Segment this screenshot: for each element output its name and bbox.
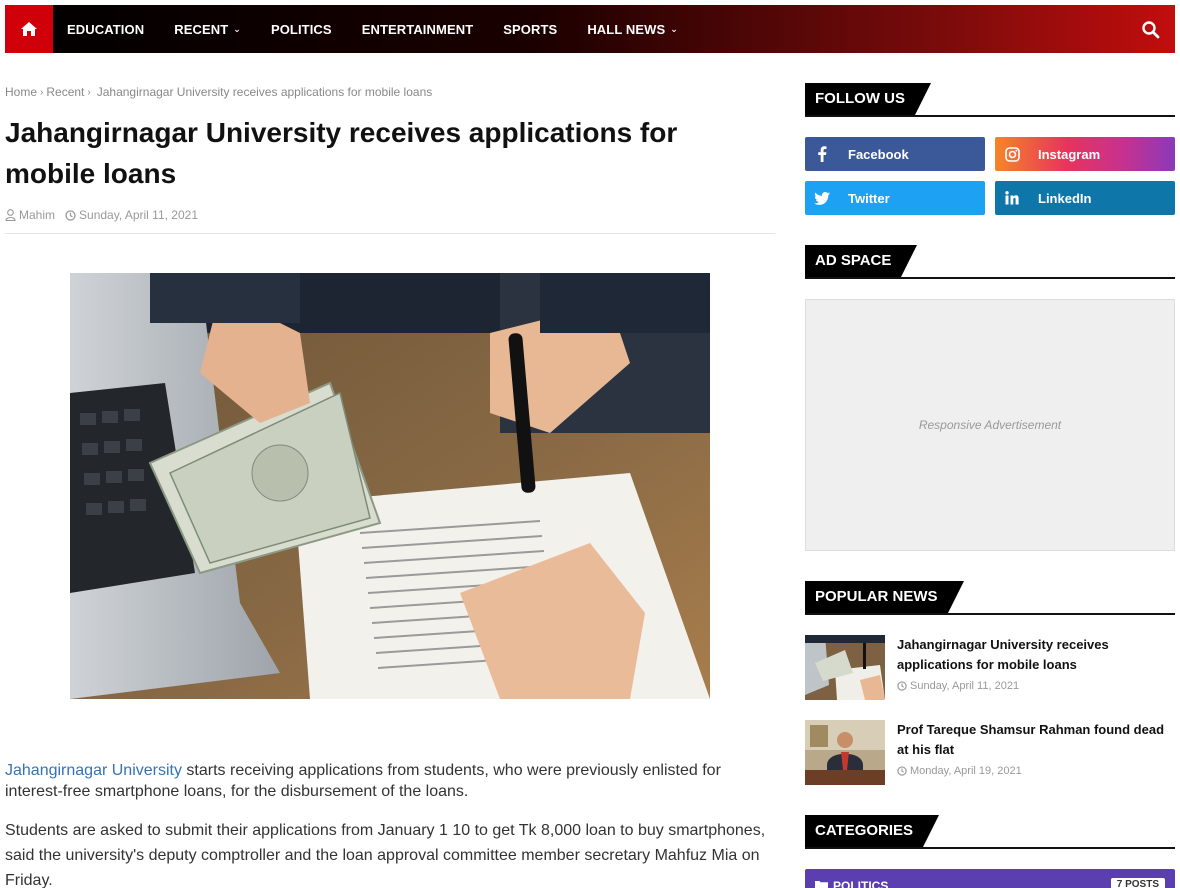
follow-us-heading: FOLLOW US bbox=[805, 83, 1175, 117]
chevron-right-icon: › bbox=[40, 86, 44, 98]
thumbnail-money-handover bbox=[805, 635, 885, 700]
instagram-icon bbox=[995, 146, 1029, 162]
breadcrumb-current: Jahangirnagar University receives applic… bbox=[96, 85, 433, 99]
folder-icon bbox=[815, 879, 828, 888]
popular-news-thumbnail[interactable] bbox=[805, 720, 885, 785]
user-icon bbox=[5, 209, 16, 221]
popular-news-item[interactable]: Prof Tareque Shamsur Rahman found dead a… bbox=[805, 720, 1175, 785]
divider bbox=[5, 233, 775, 234]
categories-heading: CATEGORIES bbox=[805, 815, 1175, 849]
social-buttons: Facebook Instagram Twitter LinkedIn bbox=[805, 137, 1175, 215]
category-name: POLITICS bbox=[833, 879, 889, 888]
article-hero-image bbox=[70, 273, 710, 699]
nav-item-entertainment[interactable]: ENTERTAINMENT bbox=[362, 22, 474, 37]
popular-news-info: Prof Tareque Shamsur Rahman found dead a… bbox=[897, 720, 1167, 785]
chevron-down-icon: ⌄ bbox=[670, 23, 678, 34]
hero-photo-money-handover bbox=[70, 273, 710, 699]
breadcrumb-home[interactable]: Home bbox=[5, 85, 37, 99]
post-date-text: Sunday, April 11, 2021 bbox=[79, 208, 198, 222]
article-meta: Mahim Sunday, April 11, 2021 bbox=[5, 208, 775, 222]
clock-icon bbox=[65, 209, 76, 221]
popular-news-item[interactable]: Jahangirnagar University receives applic… bbox=[805, 635, 1175, 700]
categories-title: CATEGORIES bbox=[805, 815, 940, 847]
home-button[interactable] bbox=[5, 5, 53, 53]
linkedin-icon bbox=[995, 191, 1029, 205]
nav-item-recent[interactable]: RECENT ⌄ bbox=[174, 22, 241, 37]
article-paragraph-1: Jahangirnagar University starts receivin… bbox=[5, 760, 775, 802]
instagram-button[interactable]: Instagram bbox=[995, 137, 1175, 171]
twitter-label: Twitter bbox=[848, 190, 890, 206]
university-link[interactable]: Jahangirnagar University bbox=[5, 762, 182, 779]
twitter-icon bbox=[805, 191, 839, 205]
facebook-button[interactable]: Facebook bbox=[805, 137, 985, 171]
twitter-button[interactable]: Twitter bbox=[805, 181, 985, 215]
clock-icon bbox=[897, 766, 907, 776]
instagram-label: Instagram bbox=[1038, 146, 1101, 162]
advertisement-box[interactable]: Responsive Advertisement bbox=[805, 299, 1175, 551]
clock-icon bbox=[897, 681, 907, 691]
chevron-down-icon: ⌄ bbox=[233, 23, 241, 34]
article-main: Home › Recent › Jahangirnagar University… bbox=[5, 80, 775, 888]
popular-news-date: Sunday, April 11, 2021 bbox=[897, 680, 1167, 692]
nav-item-hall-news[interactable]: HALL NEWS ⌄ bbox=[587, 22, 678, 37]
popular-news-date-text: Monday, April 19, 2021 bbox=[910, 765, 1022, 777]
nav-item-sports[interactable]: SPORTS bbox=[503, 22, 557, 37]
post-date: Sunday, April 11, 2021 bbox=[65, 208, 198, 222]
follow-us-title: FOLLOW US bbox=[805, 83, 931, 115]
home-icon bbox=[21, 22, 37, 36]
search-icon[interactable] bbox=[1141, 20, 1161, 40]
nav-menu: EDUCATION RECENT ⌄ POLITICS ENTERTAINMENT… bbox=[67, 5, 708, 53]
popular-news-title-2[interactable]: Prof Tareque Shamsur Rahman found dead a… bbox=[897, 720, 1167, 760]
linkedin-button[interactable]: LinkedIn bbox=[995, 181, 1175, 215]
category-item-politics[interactable]: POLITICS 7 POSTS bbox=[805, 869, 1175, 888]
popular-news-thumbnail[interactable] bbox=[805, 635, 885, 700]
article-paragraph-2: Students are asked to submit their appli… bbox=[5, 822, 766, 888]
page-title: Jahangirnagar University receives applic… bbox=[5, 117, 678, 189]
popular-news-info: Jahangirnagar University receives applic… bbox=[897, 635, 1167, 700]
nav-item-politics[interactable]: POLITICS bbox=[271, 22, 332, 37]
facebook-icon bbox=[805, 146, 839, 162]
top-navbar: EDUCATION RECENT ⌄ POLITICS ENTERTAINMENT… bbox=[5, 5, 1175, 53]
breadcrumb-recent[interactable]: Recent bbox=[46, 85, 84, 99]
author-name: Mahim bbox=[19, 208, 56, 222]
author[interactable]: Mahim bbox=[5, 208, 55, 222]
popular-news-title: POPULAR NEWS bbox=[805, 581, 963, 613]
ad-text: Responsive Advertisement bbox=[918, 418, 1062, 432]
popular-news-title-1[interactable]: Jahangirnagar University receives applic… bbox=[897, 635, 1167, 675]
breadcrumb: Home › Recent › Jahangirnagar University… bbox=[5, 85, 775, 99]
chevron-right-icon: › bbox=[87, 86, 91, 98]
nav-item-education[interactable]: EDUCATION bbox=[67, 22, 144, 37]
thumbnail-professor-portrait bbox=[805, 720, 885, 785]
article-body: Jahangirnagar University starts receivin… bbox=[5, 760, 775, 888]
category-count-badge: 7 POSTS bbox=[1110, 878, 1165, 888]
ad-space-heading: AD SPACE bbox=[805, 245, 1175, 279]
popular-news-heading: POPULAR NEWS bbox=[805, 581, 1175, 615]
popular-news-date-text: Sunday, April 11, 2021 bbox=[910, 680, 1020, 692]
popular-news-date: Monday, April 19, 2021 bbox=[897, 765, 1167, 777]
facebook-label: Facebook bbox=[848, 146, 909, 162]
sidebar: FOLLOW US Facebook Instagram Twitter Lin… bbox=[805, 83, 1175, 888]
linkedin-label: LinkedIn bbox=[1038, 190, 1092, 206]
ad-space-title: AD SPACE bbox=[805, 245, 918, 277]
